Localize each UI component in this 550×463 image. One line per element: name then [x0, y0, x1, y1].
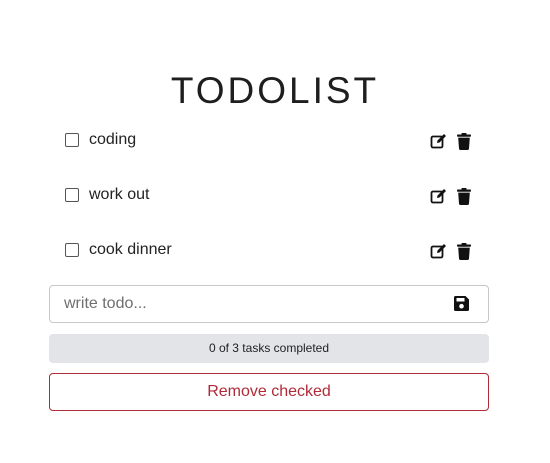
- todo-input-wrapper: [49, 285, 489, 323]
- floppy-disk-icon[interactable]: [454, 296, 470, 312]
- edit-icon[interactable]: [429, 132, 447, 150]
- edit-icon[interactable]: [429, 187, 447, 205]
- todo-list: coding work out cook dinner: [49, 114, 489, 279]
- todo-text: work out: [89, 186, 150, 203]
- todo-text: cook dinner: [89, 241, 172, 258]
- todo-checkbox[interactable]: [65, 133, 79, 147]
- todo-item: coding: [49, 114, 489, 169]
- todo-input[interactable]: [64, 286, 434, 322]
- task-status-bar: 0 of 3 tasks completed: [49, 334, 489, 363]
- edit-icon[interactable]: [429, 242, 447, 260]
- app-title: TODOLIST: [170, 70, 380, 111]
- todo-item-actions: [429, 187, 473, 205]
- todo-item-actions: [429, 242, 473, 260]
- todo-app: TODOLIST coding work out cook dinner wri…: [0, 0, 550, 463]
- trash-icon[interactable]: [455, 187, 473, 205]
- todo-text: coding: [89, 131, 137, 148]
- todo-item-actions: [429, 132, 473, 150]
- todo-item: work out: [49, 169, 489, 224]
- todo-checkbox[interactable]: [65, 243, 79, 257]
- trash-icon[interactable]: [455, 242, 473, 260]
- remove-checked-button[interactable]: Remove checked: [49, 373, 489, 411]
- todo-item: cook dinner: [49, 224, 489, 279]
- todo-checkbox[interactable]: [65, 188, 79, 202]
- trash-icon[interactable]: [455, 132, 473, 150]
